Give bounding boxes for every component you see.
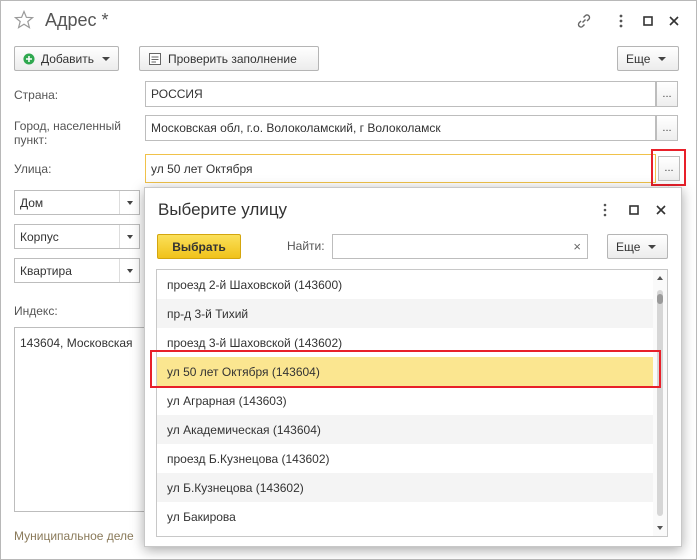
index-label: Индекс: xyxy=(14,304,58,318)
scroll-down-icon[interactable] xyxy=(657,526,663,530)
address-presentation-field[interactable]: 143604, Московская xyxy=(14,327,149,512)
list-item-label: проезд 3-й Шаховской (143602) xyxy=(167,335,343,350)
title-bar: Адрес * xyxy=(1,1,696,41)
country-choose-button[interactable]: ... xyxy=(656,81,678,107)
add-plus-icon xyxy=(23,52,35,65)
country-value: РОССИЯ xyxy=(151,87,203,101)
dialog-more-button[interactable]: Еще xyxy=(607,234,668,259)
building-type-value: Корпус xyxy=(20,229,59,244)
search-input[interactable]: × xyxy=(332,234,588,259)
list-item[interactable]: проезд Б.Кузнецова (143602) xyxy=(157,444,654,473)
dialog-more-label: Еще xyxy=(616,239,641,254)
chevron-down-icon xyxy=(119,259,139,282)
country-label: Страна: xyxy=(14,88,59,102)
list-item-label: проезд 2-й Шаховской (143600) xyxy=(167,277,343,292)
more-vertical-icon[interactable] xyxy=(612,12,630,30)
house-type-value: Дом xyxy=(20,195,44,210)
scroll-up-icon[interactable] xyxy=(657,276,663,280)
window-title: Адрес * xyxy=(45,10,109,30)
chevron-down-icon xyxy=(119,225,139,248)
more-vertical-icon[interactable] xyxy=(597,202,613,218)
chevron-down-icon xyxy=(648,244,657,249)
city-field[interactable]: Московская обл, г.о. Волоколамский, г Во… xyxy=(145,115,656,141)
city-choose-button[interactable]: ... xyxy=(656,115,678,141)
city-label: Город, населенный пункт: xyxy=(14,119,121,147)
street-list: проезд 2-й Шаховской (143600) пр-д 3-й Т… xyxy=(156,269,668,537)
list-item-label: ул Академическая (143604) xyxy=(167,422,321,437)
scroll-track[interactable] xyxy=(657,290,663,516)
add-button[interactable]: Добавить xyxy=(14,46,119,71)
list-item[interactable]: проезд 2-й Шаховской (143600) xyxy=(157,270,654,299)
scroll-thumb[interactable] xyxy=(657,294,663,304)
select-button[interactable]: Выбрать xyxy=(157,234,241,259)
municipal-division-label: Муниципальное деле xyxy=(14,529,134,543)
close-icon[interactable] xyxy=(665,12,683,30)
address-window: Адрес * Добавить Проверить заполнение Ещ… xyxy=(0,0,697,560)
add-button-label: Добавить xyxy=(40,51,94,66)
select-street-dialog: Выберите улицу Выбрать Найти: × Еще прое… xyxy=(144,187,682,547)
list-item-label: пр-д 3-й Тихий xyxy=(167,306,249,321)
list-item-label: проезд Б.Кузнецова (143602) xyxy=(167,451,330,466)
link-icon[interactable] xyxy=(575,12,593,30)
check-fill-button[interactable]: Проверить заполнение xyxy=(139,46,319,71)
dialog-title: Выберите улицу xyxy=(158,200,288,219)
street-field[interactable]: ул 50 лет Октября xyxy=(145,154,656,183)
selected-row-highlight xyxy=(150,350,661,388)
street-value: ул 50 лет Октября xyxy=(151,161,253,176)
more-button-label: Еще xyxy=(626,51,651,66)
chevron-down-icon xyxy=(658,56,667,61)
maximize-icon[interactable] xyxy=(639,12,657,30)
favorite-star-icon[interactable] xyxy=(14,10,34,30)
apartment-type-select[interactable]: Квартира xyxy=(14,258,140,283)
check-fill-label: Проверить заполнение xyxy=(168,51,297,66)
list-scrollbar[interactable] xyxy=(653,270,667,536)
list-item[interactable]: ул Аграрная (143603) xyxy=(157,386,654,415)
checklist-icon xyxy=(149,52,161,65)
city-value: Московская обл, г.о. Волоколамский, г Во… xyxy=(151,121,441,135)
chevron-down-icon xyxy=(102,56,110,61)
address-presentation-value: 143604, Московская xyxy=(20,336,133,350)
more-button[interactable]: Еще xyxy=(617,46,679,71)
chevron-down-icon xyxy=(119,191,139,214)
close-icon[interactable] xyxy=(653,202,669,218)
building-type-select[interactable]: Корпус xyxy=(14,224,140,249)
list-item-label: ул Бакирова xyxy=(167,509,236,524)
list-item[interactable]: ул Б.Кузнецова (143602) xyxy=(157,473,654,502)
maximize-icon[interactable] xyxy=(626,202,642,218)
list-item[interactable]: ул Бакирова xyxy=(157,502,654,531)
list-item-label: ул Аграрная (143603) xyxy=(167,393,287,408)
street-choose-highlight xyxy=(651,149,686,186)
apartment-type-value: Квартира xyxy=(20,263,72,278)
list-item-label: ул Б.Кузнецова (143602) xyxy=(167,480,304,495)
list-item[interactable]: пр-д 3-й Тихий xyxy=(157,299,654,328)
country-field[interactable]: РОССИЯ xyxy=(145,81,656,107)
house-type-select[interactable]: Дом xyxy=(14,190,140,215)
street-label: Улица: xyxy=(14,162,52,176)
list-item[interactable]: ул Академическая (143604) xyxy=(157,415,654,444)
find-label: Найти: xyxy=(287,239,325,253)
clear-search-icon[interactable]: × xyxy=(573,239,581,254)
